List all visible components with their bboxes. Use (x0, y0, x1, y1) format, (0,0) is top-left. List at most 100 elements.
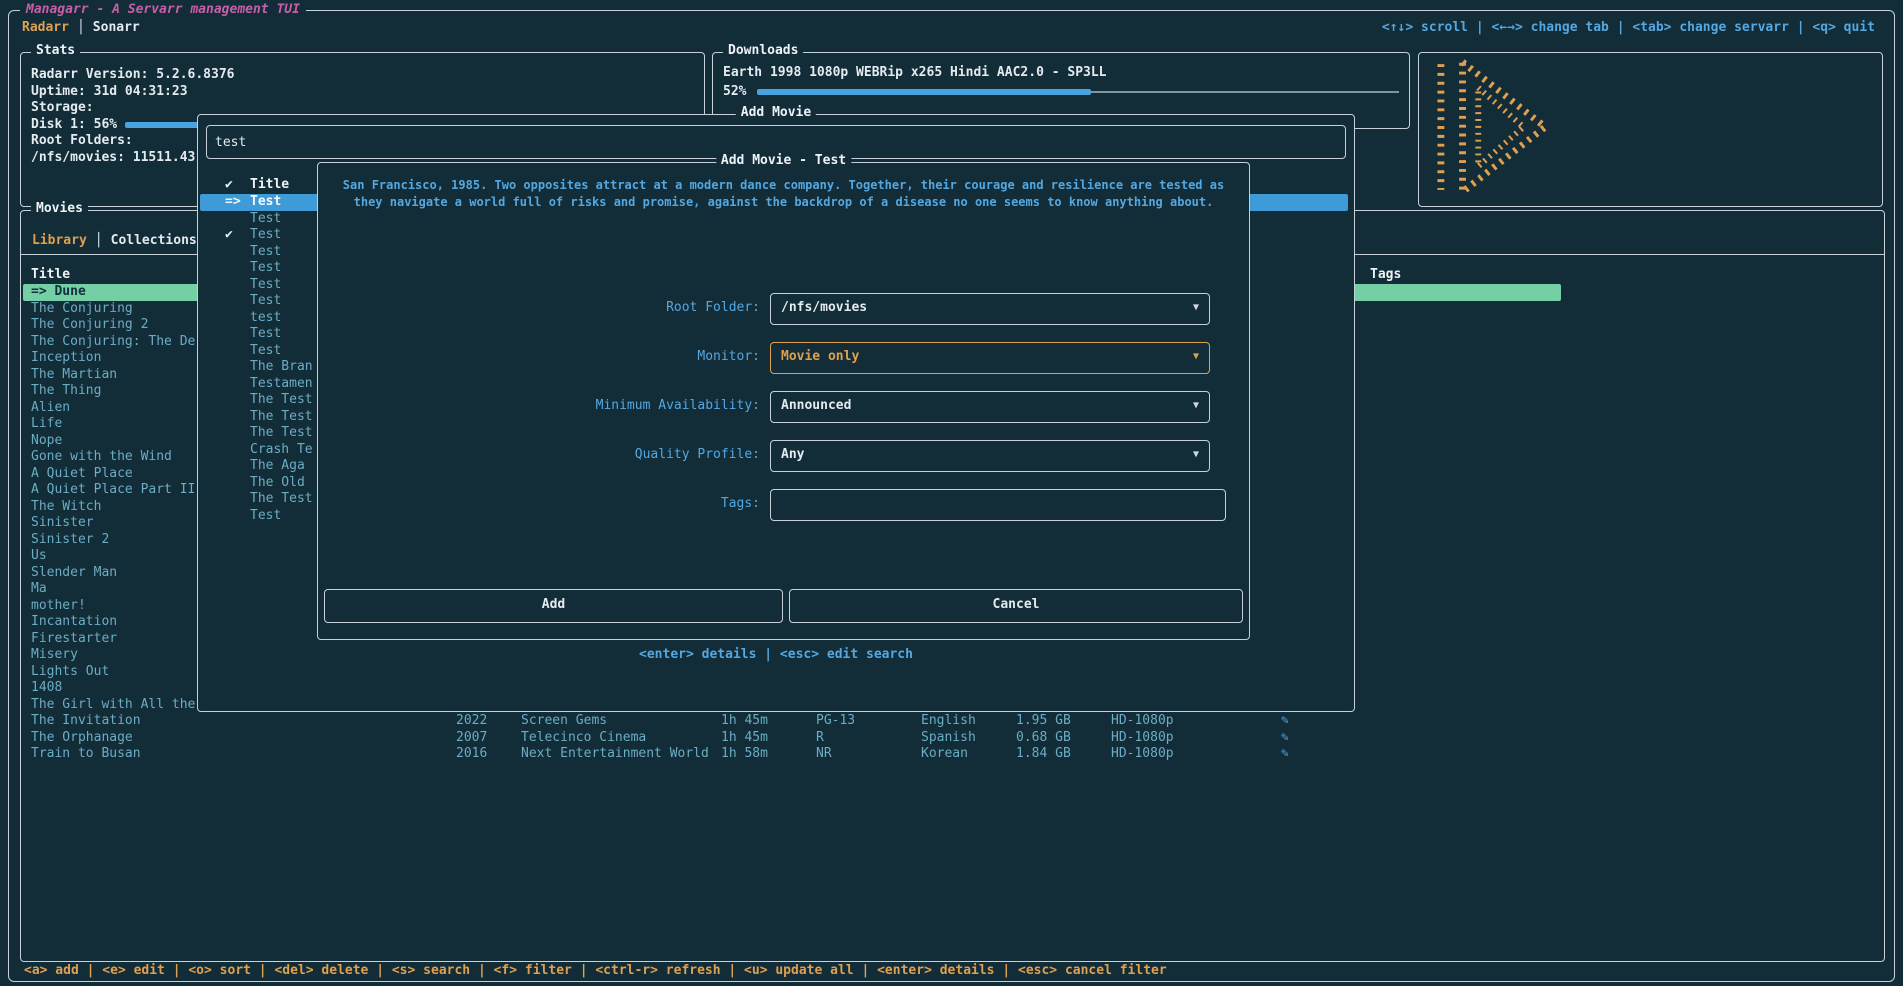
result-title: Test (250, 244, 281, 261)
tab-separator: │ (77, 20, 85, 35)
disk-usage-gauge-fill (125, 122, 199, 128)
form-row-root-folder: Root Folder: /nfs/movies ▼ (318, 293, 1249, 323)
root-folder-label: Root Folder: (326, 293, 760, 323)
form-row-minimum-availability: Minimum Availability: Announced ▼ (318, 391, 1249, 421)
tab-radarr[interactable]: Radarr (22, 20, 69, 35)
movie-title-cell: The Conjuring (31, 301, 133, 318)
movie-runtime-cell: 1h 45m (721, 730, 768, 747)
movie-title-cell: Gone with the Wind (31, 449, 172, 466)
cancel-button[interactable]: Cancel (789, 589, 1243, 623)
result-title: Test (250, 343, 281, 360)
movie-language-cell: English (921, 713, 976, 730)
movie-title-cell: Life (31, 416, 62, 433)
result-title: The Bran (250, 359, 313, 376)
add-movie-help-bar: <enter> details | <esc> edit search (198, 647, 1354, 662)
movie-title-cell: A Quiet Place (31, 466, 133, 483)
tab-separator: │ (95, 233, 103, 248)
movie-title-cell: The Orphanage (31, 730, 133, 747)
movie-title-cell: => Dune (31, 284, 86, 301)
column-header-title: Title (31, 267, 70, 282)
result-title: The Test (250, 392, 313, 409)
managarr-screen: Managarr - A Servarr management TUI Rada… (0, 0, 1903, 986)
movie-title-cell: Sinister (31, 515, 94, 532)
download-progress-fill (757, 89, 1091, 95)
root-folders-heading: Root Folders: (31, 133, 133, 149)
result-title: Test (250, 227, 281, 244)
radarr-version: Radarr Version: 5.2.6.8376 (31, 67, 235, 83)
tab-library[interactable]: Library (32, 233, 87, 248)
movie-title-cell: Nope (31, 433, 62, 450)
result-title: Test (250, 194, 281, 211)
edit-icon[interactable]: ✎ (1281, 713, 1289, 730)
movie-title-cell: mother! (31, 598, 86, 615)
movie-title-cell: Slender Man (31, 565, 117, 582)
movie-studio-cell: Next Entertainment World (521, 746, 709, 763)
movie-title-cell: Sinister 2 (31, 532, 109, 549)
movie-studio-cell: Screen Gems (521, 713, 607, 730)
movie-title-cell: The Thing (31, 383, 101, 400)
results-header-check: ✔ (225, 177, 233, 192)
movie-title-cell: The Conjuring 2 (31, 317, 148, 334)
movie-title-cell: 1408 (31, 680, 62, 697)
result-title: Testamen (250, 376, 313, 393)
edit-icon[interactable]: ✎ (1281, 746, 1289, 763)
tab-collections[interactable]: Collections (111, 233, 197, 248)
form-row-tags: Tags: (318, 489, 1249, 519)
movie-size-cell: 1.95 GB (1016, 713, 1071, 730)
add-button[interactable]: Add (324, 589, 783, 623)
root-folder-dropdown[interactable]: /nfs/movies ▼ (770, 293, 1210, 325)
monitor-label: Monitor: (326, 342, 760, 372)
movie-title-cell: Misery (31, 647, 78, 664)
movie-size-cell: 0.68 GB (1016, 730, 1071, 747)
edit-icon[interactable]: ✎ (1281, 730, 1289, 747)
add-movie-modal-title: Add Movie - Test (716, 153, 851, 168)
download-percent-label: 52% (723, 84, 746, 100)
chevron-down-icon: ▼ (1193, 344, 1199, 370)
servarr-tabs: Radarr │ Sonarr (22, 20, 140, 35)
form-row-quality-profile: Quality Profile: Any ▼ (318, 440, 1249, 470)
quality-profile-dropdown[interactable]: Any ▼ (770, 440, 1210, 472)
movie-quality-cell: HD-1080p (1111, 713, 1174, 730)
monitor-dropdown[interactable]: Movie only ▼ (770, 342, 1210, 374)
stats-panel-title: Stats (31, 43, 80, 58)
result-title: The Test (250, 409, 313, 426)
tab-sonarr[interactable]: Sonarr (93, 20, 140, 35)
movie-certification-cell: R (816, 730, 824, 747)
movie-title-cell: The Invitation (31, 713, 141, 730)
movie-title-cell: Ma (31, 581, 47, 598)
results-header-title: Title (250, 177, 289, 192)
managarr-play-logo-icon (1435, 58, 1553, 196)
result-title: test (250, 310, 281, 327)
tags-label: Tags: (326, 489, 760, 519)
result-title: Test (250, 260, 281, 277)
download-progress-track (1091, 91, 1399, 93)
add-movie-overlay-title: Add Movie (736, 105, 816, 120)
movie-title-cell: The Girl with All the (31, 697, 195, 714)
movie-row[interactable]: The Orphanage 2007 Telecinco Cinema 1h 4… (23, 730, 1561, 747)
movie-quality-cell: HD-1080p (1111, 746, 1174, 763)
result-title: Test (250, 326, 281, 343)
chevron-down-icon: ▼ (1193, 295, 1199, 321)
disk-usage-label: Disk 1: 56% (31, 117, 117, 133)
minimum-availability-dropdown[interactable]: Announced ▼ (770, 391, 1210, 423)
result-marker: ✔ (225, 227, 233, 244)
movie-row[interactable]: The Invitation 2022 Screen Gems 1h 45m P… (23, 713, 1561, 730)
result-title: The Old (250, 475, 305, 492)
chevron-down-icon: ▼ (1193, 393, 1199, 419)
quality-profile-label: Quality Profile: (326, 440, 760, 470)
movie-title-cell: Lights Out (31, 664, 109, 681)
movie-year-cell: 2022 (456, 713, 487, 730)
movie-overview: San Francisco, 1985. Two opposites attra… (336, 177, 1231, 210)
minimum-availability-value: Announced (781, 398, 851, 413)
movie-row[interactable]: Train to Busan 2016 Next Entertainment W… (23, 746, 1561, 763)
top-help-bar: <↑↓> scroll | <←→> change tab | <tab> ch… (1382, 20, 1875, 35)
root-folder-value: /nfs/movies (781, 300, 867, 315)
column-header-tags: Tags (1370, 267, 1401, 282)
chevron-down-icon: ▼ (1193, 442, 1199, 468)
tags-input[interactable] (770, 489, 1226, 521)
movie-certification-cell: NR (816, 746, 832, 763)
movie-certification-cell: PG-13 (816, 713, 855, 730)
result-title: Test (250, 508, 281, 525)
quality-profile-value: Any (781, 447, 804, 462)
movies-tabs: Library│Collections│ (32, 233, 221, 248)
